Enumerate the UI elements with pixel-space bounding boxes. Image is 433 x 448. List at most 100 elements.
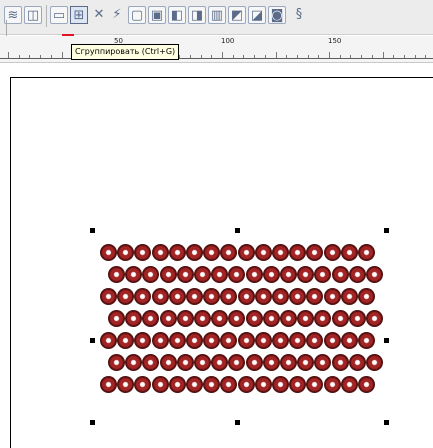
ruler-tick bbox=[318, 55, 320, 58]
pattern-dot bbox=[272, 244, 289, 261]
pattern-dot bbox=[237, 288, 255, 305]
handle-top-left[interactable] bbox=[90, 228, 95, 233]
pattern-dot bbox=[186, 376, 203, 393]
pattern-dot bbox=[151, 376, 169, 393]
pattern-dot bbox=[108, 354, 125, 371]
pattern-dot bbox=[237, 244, 255, 261]
align-icon[interactable]: ▭ bbox=[50, 6, 68, 24]
pattern-dot bbox=[254, 244, 272, 261]
pattern-dot bbox=[100, 376, 117, 393]
pattern-dot bbox=[280, 310, 297, 327]
pattern-dot bbox=[186, 244, 203, 261]
break-apart-icon[interactable]: § bbox=[290, 6, 308, 24]
pattern-dot bbox=[151, 244, 169, 261]
pattern-dot bbox=[323, 332, 341, 349]
pattern-dot bbox=[331, 266, 349, 283]
pattern-dot bbox=[237, 376, 255, 393]
pattern-dot bbox=[340, 288, 358, 305]
handle-bottom-left[interactable] bbox=[90, 420, 95, 425]
ruler-tick bbox=[211, 55, 213, 58]
mirror-icon[interactable]: ◫ bbox=[24, 6, 42, 24]
align-center-icon[interactable]: ▣ bbox=[148, 6, 166, 24]
ruler-tick bbox=[393, 55, 395, 58]
ruler-tick bbox=[339, 55, 341, 58]
ruler-tick bbox=[361, 55, 363, 58]
pattern-dot bbox=[254, 376, 272, 393]
pattern-dot bbox=[186, 288, 203, 305]
pattern-dot bbox=[323, 376, 341, 393]
pattern-dot bbox=[151, 332, 169, 349]
pattern-dot bbox=[176, 354, 194, 371]
ruler-tick bbox=[29, 55, 31, 58]
handle-middle-right[interactable] bbox=[384, 338, 389, 343]
pattern-dot bbox=[194, 310, 211, 327]
pattern-dot bbox=[280, 354, 297, 371]
ruler-tick bbox=[189, 55, 191, 58]
pattern-dot bbox=[159, 310, 177, 327]
pattern-dot bbox=[366, 266, 383, 283]
pattern-dot bbox=[358, 332, 375, 349]
ruler-tick bbox=[243, 55, 245, 58]
pattern-dot bbox=[108, 310, 125, 327]
ruler-tick bbox=[200, 55, 202, 58]
pattern-dot bbox=[176, 266, 194, 283]
ungroup-all-icon[interactable]: ⚡ bbox=[108, 6, 126, 24]
pattern-dot bbox=[245, 354, 263, 371]
ruler-tick bbox=[8, 52, 9, 58]
pattern-dot bbox=[194, 354, 211, 371]
handle-top-right[interactable] bbox=[384, 228, 389, 233]
pattern-dot bbox=[331, 310, 349, 327]
align-top-icon[interactable]: ◨ bbox=[188, 6, 206, 24]
pattern-dot bbox=[358, 288, 375, 305]
handle-top-center[interactable] bbox=[235, 228, 240, 233]
ruler-tick bbox=[286, 55, 288, 58]
pattern-dot bbox=[245, 310, 263, 327]
ruler-tick bbox=[329, 52, 330, 58]
pattern-dot bbox=[254, 332, 272, 349]
pattern-dot bbox=[262, 354, 280, 371]
pattern-dot bbox=[348, 310, 366, 327]
ruler-tick bbox=[371, 55, 373, 58]
pattern-dot bbox=[168, 244, 186, 261]
pattern-dot bbox=[168, 288, 186, 305]
handle-bottom-right[interactable] bbox=[384, 420, 389, 425]
ruler-label-150: 150 bbox=[328, 37, 342, 45]
ruler-tick bbox=[296, 55, 298, 58]
pattern-dot bbox=[272, 376, 289, 393]
pattern-dot bbox=[100, 332, 117, 349]
pattern-dot bbox=[323, 288, 341, 305]
pattern-dot bbox=[262, 310, 280, 327]
pattern-dot bbox=[340, 376, 358, 393]
align-left-icon[interactable]: ▢ bbox=[128, 6, 146, 24]
ruler-tick bbox=[50, 55, 52, 58]
pattern-dot bbox=[348, 266, 366, 283]
ruler-tick bbox=[61, 52, 63, 58]
pattern-dot bbox=[272, 288, 289, 305]
handle-middle-left[interactable] bbox=[90, 338, 95, 343]
ruler-tick bbox=[264, 55, 266, 58]
pattern-dot bbox=[159, 266, 177, 283]
pattern-dot bbox=[358, 376, 375, 393]
pattern-dot bbox=[358, 244, 375, 261]
ruler-tick bbox=[382, 52, 384, 58]
pattern-dot bbox=[254, 288, 272, 305]
ruler-tick bbox=[307, 55, 309, 58]
pattern-dot bbox=[108, 266, 125, 283]
ruler-tick bbox=[403, 55, 405, 58]
group-icon[interactable]: ⊞ bbox=[70, 6, 88, 24]
handle-bottom-center[interactable] bbox=[235, 420, 240, 425]
combine-icon[interactable]: ◙ bbox=[268, 6, 286, 24]
pattern-dot bbox=[272, 332, 289, 349]
align-right-icon[interactable]: ◧ bbox=[168, 6, 186, 24]
pattern-dot bbox=[159, 354, 177, 371]
ungroup-icon[interactable]: ✕ bbox=[90, 6, 108, 24]
pattern-dot bbox=[348, 354, 366, 371]
order-front-icon[interactable]: ◩ bbox=[228, 6, 246, 24]
tooltip: Сгруппировать (Ctrl+G) bbox=[71, 44, 180, 60]
pattern-dot bbox=[176, 310, 194, 327]
toolbar: ≋ ◫ ▭ ⊞ ✕ ⚡ ▢ ▣ ◧ ◨ ▥ ◩ ◪ ◙ § bbox=[0, 0, 433, 35]
pattern-dot bbox=[280, 266, 297, 283]
distribute-icon[interactable]: ▥ bbox=[208, 6, 226, 24]
ruler-tick bbox=[40, 55, 42, 58]
order-back-icon[interactable]: ◪ bbox=[248, 6, 266, 24]
